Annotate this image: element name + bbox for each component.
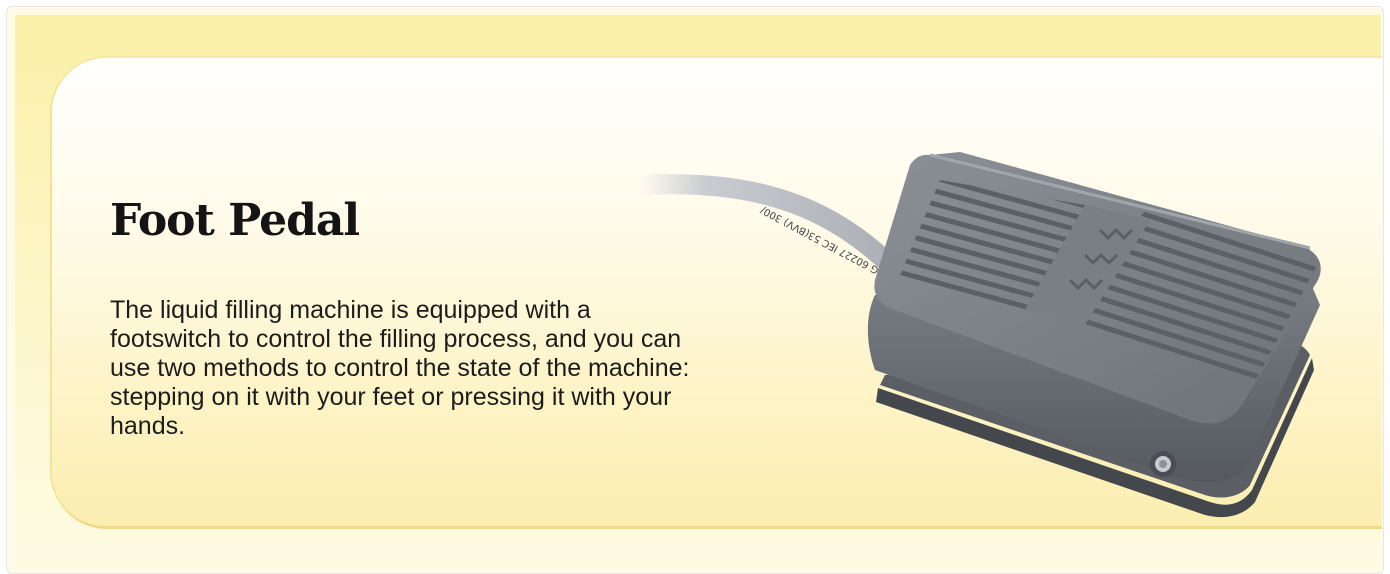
section-title: Foot Pedal: [110, 195, 360, 246]
section-description: The liquid filling machine is equipped w…: [110, 296, 690, 440]
foot-pedal-image: ANG 60227 IEC 53(BVV) 300/: [630, 152, 1321, 518]
